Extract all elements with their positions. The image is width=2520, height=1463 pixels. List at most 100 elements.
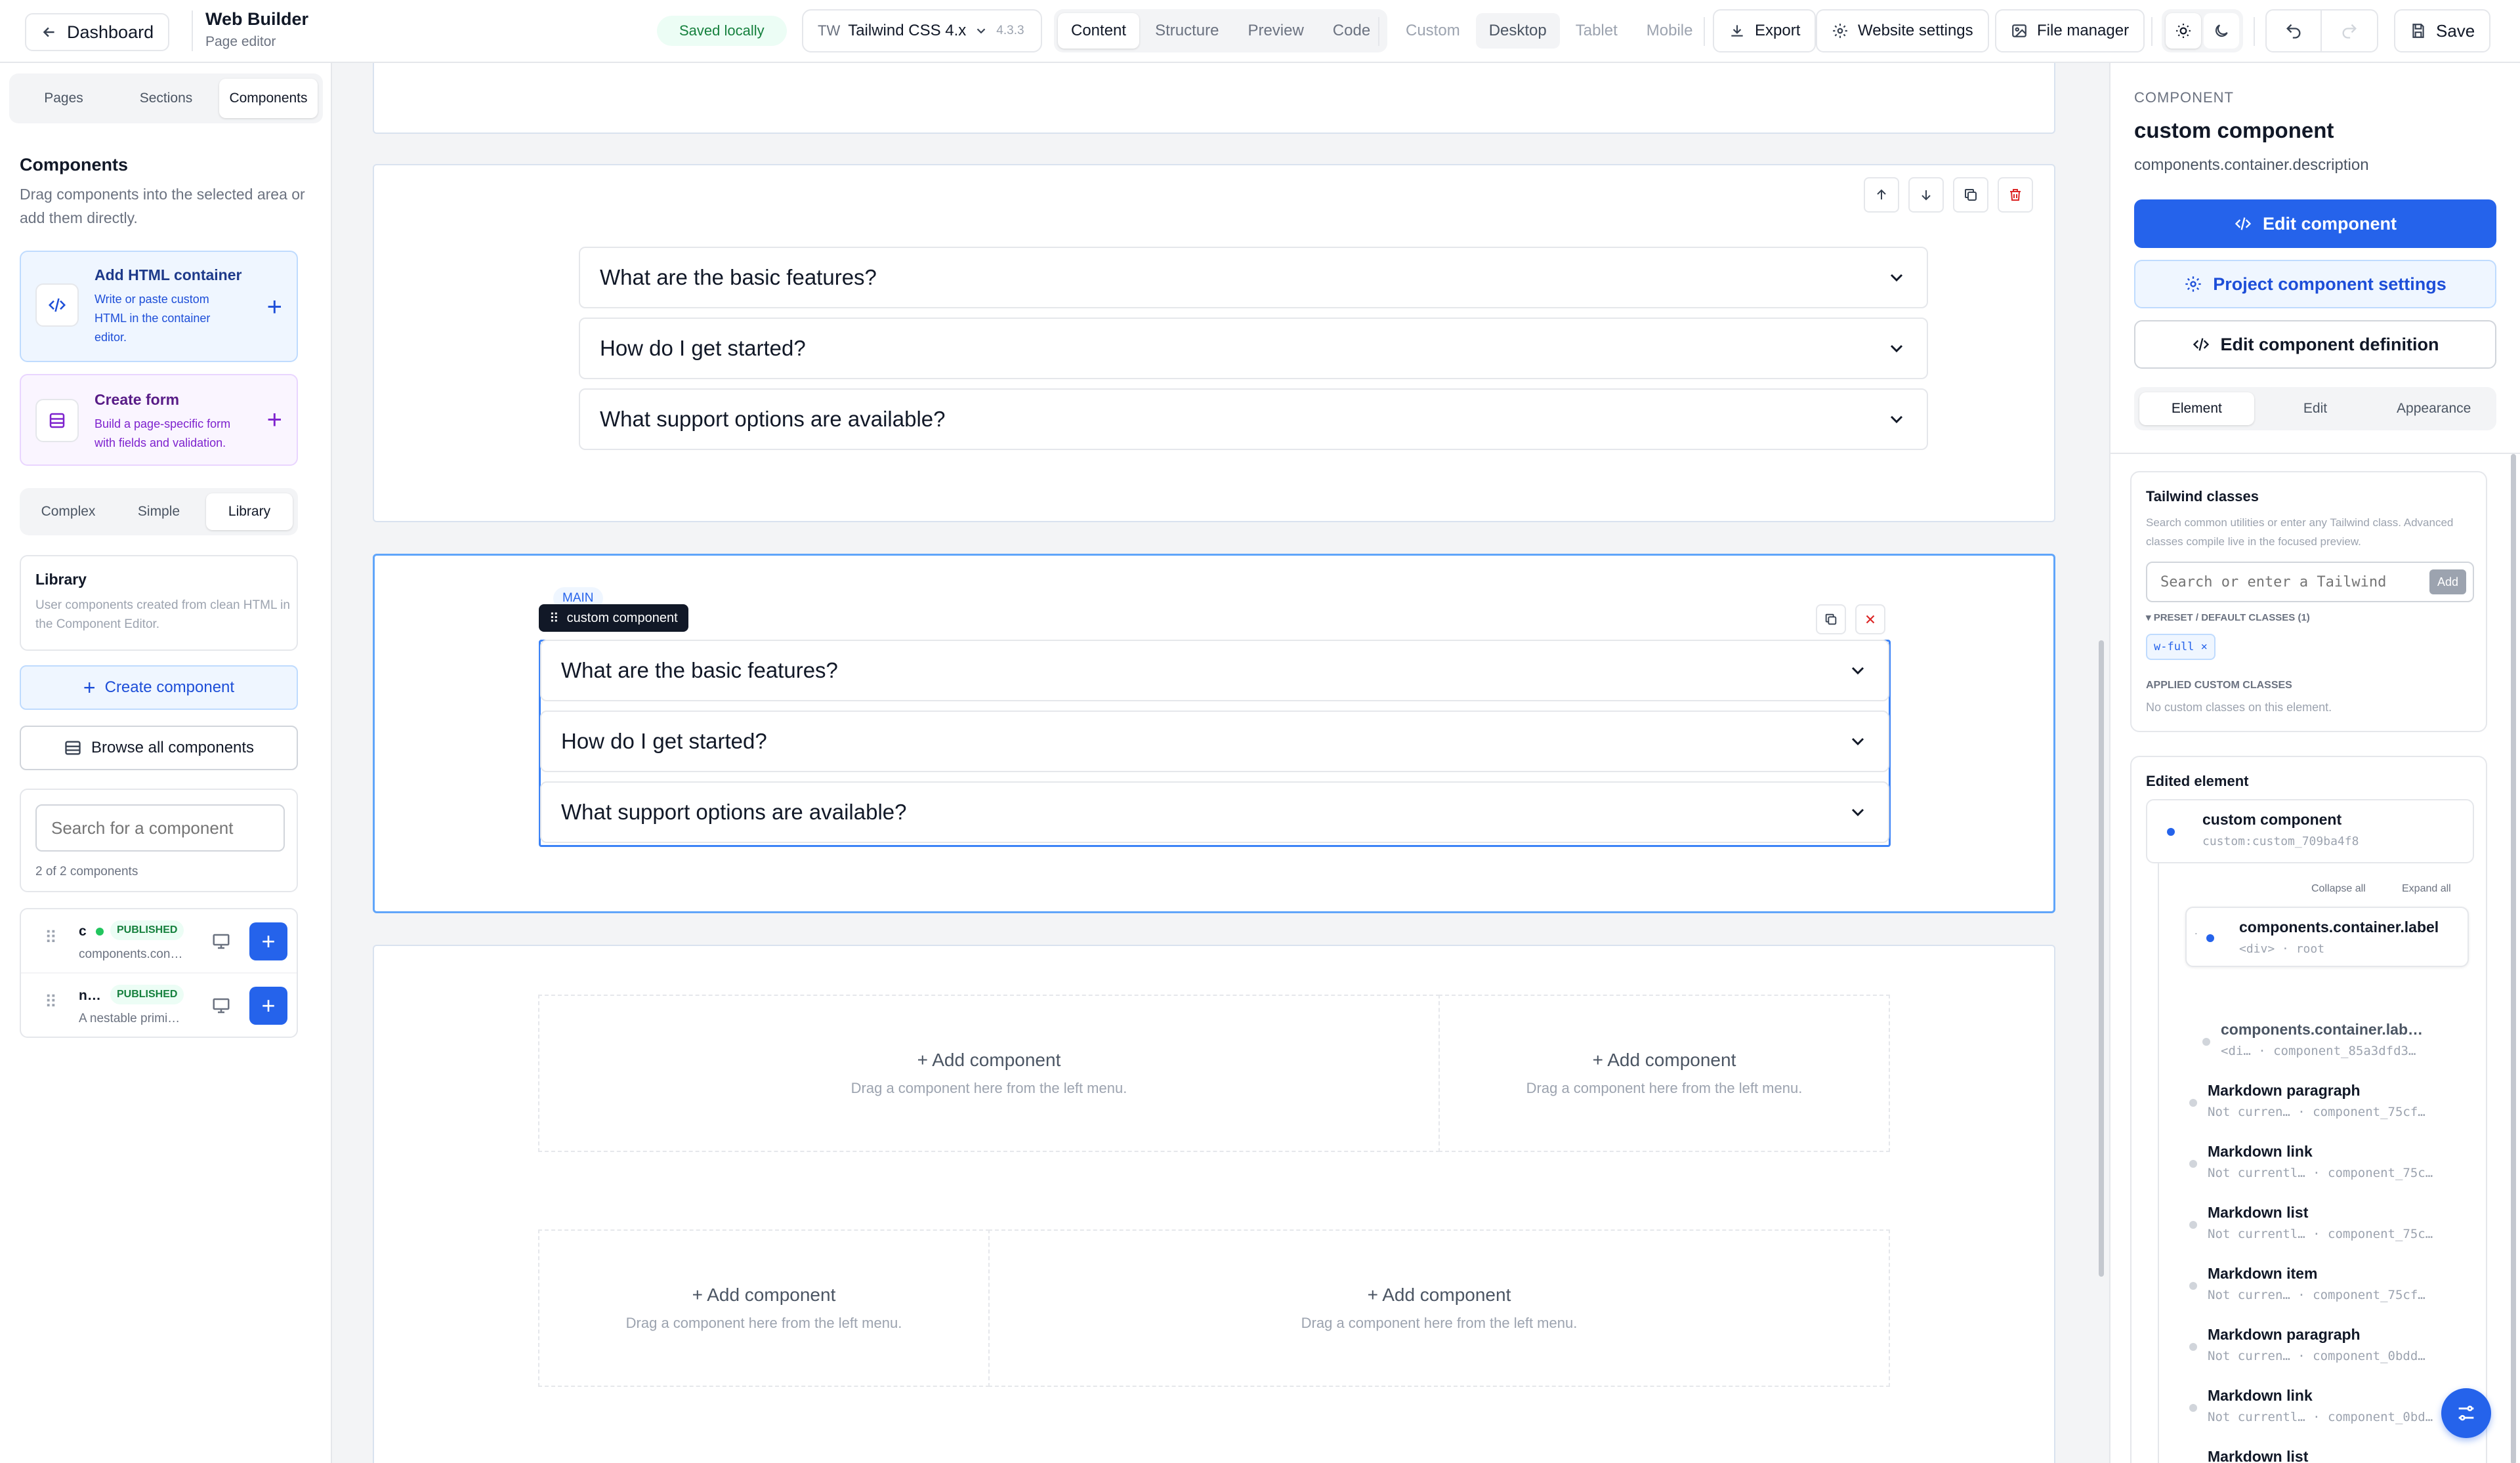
drop-zone[interactable]: + Add component Drag a component here fr… <box>538 995 1440 1152</box>
chevron-icon[interactable]: · <box>2194 928 2198 938</box>
page-section[interactable] <box>373 63 2055 134</box>
dark-theme-button[interactable] <box>2204 13 2239 49</box>
tailwind-search-field: Add <box>2146 562 2474 602</box>
move-up-button[interactable] <box>1864 177 1899 213</box>
canvas-scrollbar[interactable] <box>2099 640 2104 1277</box>
browse-all-components-button[interactable]: Browse all components <box>20 726 298 770</box>
tailwind-class-input[interactable] <box>2147 563 2416 601</box>
website-settings-button[interactable]: Website settings <box>1816 9 1989 52</box>
class-chip[interactable]: w-full × <box>2146 634 2216 660</box>
undo-button[interactable] <box>2265 9 2322 52</box>
plus-icon[interactable]: + <box>267 294 282 320</box>
drop-zone[interactable]: + Add component Drag a component here fr… <box>988 1229 1890 1387</box>
drag-handle-icon[interactable]: ⠿ <box>45 992 57 1012</box>
tree-item[interactable]: Markdown item Not curren… · component_75c… <box>2189 1265 2468 1302</box>
add-component-button[interactable]: + <box>249 922 287 960</box>
faq-item[interactable]: What support options are available? <box>540 781 1889 843</box>
drag-handle-icon[interactable]: ⠿ <box>45 928 57 948</box>
tab-complex[interactable]: Complex <box>25 493 112 530</box>
selected-component-label[interactable]: ⠿ custom component <box>539 604 688 632</box>
add-html-container-card[interactable]: Add HTML container Write or paste custom… <box>20 251 298 362</box>
preset-classes-heading[interactable]: ▾ PRESET / DEFAULT CLASSES (1) <box>2146 611 2310 623</box>
tab-components[interactable]: Components <box>219 79 318 118</box>
framework-select[interactable]: TW Tailwind CSS 4.x 4.3.3 <box>802 9 1042 52</box>
tab-edit[interactable]: Edit <box>2258 392 2373 425</box>
tree-item[interactable]: components.container.lab… <di… · componen… <box>2202 1021 2468 1058</box>
component-search-input[interactable] <box>35 804 285 852</box>
edit-component-button[interactable]: Edit component <box>2134 199 2496 248</box>
light-theme-button[interactable] <box>2166 13 2201 49</box>
tab-simple[interactable]: Simple <box>116 493 202 530</box>
device-mobile[interactable]: Mobile <box>1633 13 1706 49</box>
back-to-dashboard-button[interactable]: Dashboard <box>25 13 170 51</box>
tree-item[interactable]: Markdown listNot currentl… · component_0… <box>2208 1448 2468 1463</box>
device-tablet[interactable]: Tablet <box>1563 13 1631 49</box>
duplicate-section-button[interactable] <box>1953 177 1988 213</box>
tree-item[interactable]: Markdown link Not currentl… · component_7… <box>2189 1143 2468 1180</box>
tree-root[interactable]: custom component custom:custom_709ba4f8 <box>2146 799 2474 863</box>
tree-item-name: components.container.label <box>2239 918 2439 936</box>
faq-item[interactable]: How do I get started? <box>540 711 1889 772</box>
tab-appearance[interactable]: Appearance <box>2376 392 2491 425</box>
project-component-settings-button[interactable]: Project component settings <box>2134 260 2496 308</box>
tab-pages[interactable]: Pages <box>14 79 113 118</box>
tree-item[interactable]: Markdown paragraph Not curren… · componen… <box>2189 1326 2468 1363</box>
move-down-button[interactable] <box>1908 177 1944 213</box>
tab-preview[interactable]: Preview <box>1234 13 1316 49</box>
component-title: custom component <box>2134 118 2334 142</box>
component-name: c <box>79 924 87 939</box>
faq-question: How do I get started? <box>600 336 806 360</box>
device-desktop[interactable]: Desktop <box>1475 13 1560 49</box>
edit-component-definition-button[interactable]: Edit component definition <box>2134 320 2496 369</box>
left-panel-tabs: Pages Sections Components <box>9 73 323 123</box>
redo-button[interactable] <box>2322 9 2378 52</box>
tab-element[interactable]: Element <box>2139 392 2254 425</box>
collapse-all-button[interactable]: Collapse all <box>2311 883 2366 895</box>
grid-section[interactable]: + Add component Drag a component here fr… <box>373 945 2055 1463</box>
monitor-icon[interactable] <box>211 996 231 1016</box>
status-badge: PUBLISHED <box>110 920 184 940</box>
faq-section[interactable]: What are the basic features? How do I ge… <box>373 164 2055 522</box>
tab-content[interactable]: Content <box>1058 13 1140 49</box>
tab-code[interactable]: Code <box>1320 13 1383 49</box>
expand-all-button[interactable]: Expand all <box>2402 883 2451 895</box>
tab-sections[interactable]: Sections <box>117 79 215 118</box>
faq-item[interactable]: What are the basic features? <box>579 247 1928 308</box>
tree-item-meta: Not curren… · component_75cf… <box>2208 1288 2426 1302</box>
add-class-button[interactable]: Add <box>2429 569 2466 594</box>
drag-handle-icon[interactable]: ⠿ <box>549 610 559 627</box>
duplicate-component-button[interactable] <box>1816 604 1846 634</box>
component-meta: components.con… <box>79 947 183 961</box>
device-custom[interactable]: Custom <box>1393 13 1473 49</box>
tree-item[interactable]: Markdown paragraph Not curren… · componen… <box>2189 1082 2468 1119</box>
tree-item-meta: Not curren… · component_0bdd… <box>2208 1349 2426 1363</box>
tree-item[interactable]: Markdown list Not currentl… · component_7… <box>2189 1204 2468 1241</box>
drop-zone[interactable]: + Add component Drag a component here fr… <box>1438 995 1890 1152</box>
tab-structure[interactable]: Structure <box>1142 13 1232 49</box>
tab-library[interactable]: Library <box>206 493 293 530</box>
file-manager-button[interactable]: File manager <box>1995 9 2145 52</box>
selected-faq-section[interactable]: MAIN ⠿ custom component What are the bas… <box>373 554 2055 913</box>
save-button[interactable]: Save <box>2394 9 2491 52</box>
export-button[interactable]: Export <box>1713 9 1816 52</box>
tailwind-title: Tailwind classes <box>2146 488 2259 505</box>
tree-item[interactable]: Markdown link Not currentl… · component_0… <box>2189 1387 2468 1424</box>
faq-item[interactable]: How do I get started? <box>579 318 1928 379</box>
plus-icon[interactable]: + <box>267 407 282 433</box>
selected-label-text: custom component <box>566 610 678 625</box>
faq-item[interactable]: What support options are available? <box>579 388 1928 450</box>
create-form-card[interactable]: Create form Build a page-specific form w… <box>20 374 298 466</box>
delete-section-button[interactable] <box>1998 177 2033 213</box>
remove-component-button[interactable] <box>1855 604 1885 634</box>
create-form-desc: Build a page-specific form with fields a… <box>94 417 231 449</box>
add-component-button[interactable]: + <box>249 987 287 1025</box>
faq-item[interactable]: What are the basic features? <box>540 640 1889 701</box>
list-item[interactable]: ⠿ n… PUBLISHED A nestable primi… + <box>21 974 297 1038</box>
create-component-button[interactable]: + Create component <box>20 665 298 710</box>
drop-zone[interactable]: + Add component Drag a component here fr… <box>538 1229 990 1387</box>
tree-item-selected[interactable]: · components.container.label <div> · roo… <box>2185 907 2469 967</box>
add-component-title: + Add component <box>1592 1050 1736 1070</box>
monitor-icon[interactable] <box>211 932 231 951</box>
inspector-scrollbar[interactable] <box>2511 454 2516 1463</box>
list-item[interactable]: ⠿ c PUBLISHED components.con… + <box>21 909 297 974</box>
